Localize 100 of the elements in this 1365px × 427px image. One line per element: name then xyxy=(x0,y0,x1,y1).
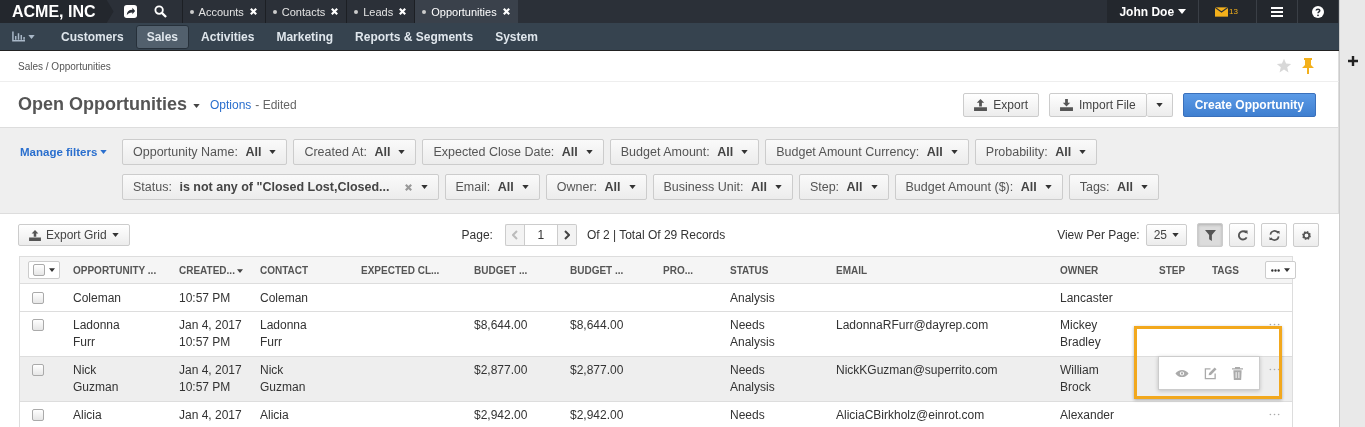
row-checkbox[interactable] xyxy=(32,319,44,331)
table-cell: Needs Analysis xyxy=(730,362,775,396)
dashboard-menu[interactable] xyxy=(12,31,35,42)
select-all-dropdown[interactable] xyxy=(28,261,60,279)
column-header[interactable]: EMAIL xyxy=(836,265,868,276)
close-icon[interactable] xyxy=(248,7,258,16)
nav-item[interactable]: Activities xyxy=(191,25,265,48)
help-icon xyxy=(1312,5,1324,18)
menu-button[interactable] xyxy=(1257,0,1298,23)
column-header[interactable]: CREATED... xyxy=(179,265,243,276)
table-cell: Alicia xyxy=(73,407,102,424)
table-cell: Coleman xyxy=(260,290,309,307)
nav-item[interactable]: Customers xyxy=(51,25,134,48)
filter-dropdown[interactable]: Status: is not any of "Closed Lost,Closed... xyxy=(122,174,439,200)
more-icon xyxy=(1271,268,1280,272)
table-cell: 10:57 PM xyxy=(179,290,231,307)
filter-dropdown[interactable]: Opportunity Name: All xyxy=(122,139,288,165)
share-icon[interactable] xyxy=(123,5,137,18)
export-grid-button[interactable]: Export Grid xyxy=(18,224,130,246)
column-header[interactable]: CONTACT xyxy=(260,265,309,276)
refresh-button[interactable] xyxy=(1229,223,1255,247)
sort-caret-icon xyxy=(236,268,243,273)
row-checkbox[interactable] xyxy=(32,292,44,304)
options-link[interactable]: Options xyxy=(210,97,252,112)
column-header[interactable]: TAGS xyxy=(1212,265,1240,276)
plus-icon[interactable] xyxy=(1347,56,1358,66)
nav-item[interactable]: Reports & Segments xyxy=(345,25,484,48)
nav-item[interactable]: Marketing xyxy=(266,25,344,48)
row-checkbox[interactable] xyxy=(32,409,44,421)
close-icon[interactable] xyxy=(501,7,511,16)
column-header[interactable]: STATUS xyxy=(730,265,769,276)
settings-icon xyxy=(1300,229,1312,241)
edited-label: - Edited xyxy=(255,97,297,112)
column-header[interactable]: OPPORTUNITY ... xyxy=(73,265,157,276)
manage-filters-link[interactable]: Manage filters xyxy=(20,139,122,165)
caret-icon xyxy=(950,150,958,154)
table-cell: Alexander xyxy=(1060,407,1115,424)
table-cell: Needs xyxy=(730,407,765,424)
table-cell: Nick Guzman xyxy=(260,362,306,396)
filter-dropdown[interactable]: Created At: All xyxy=(293,139,417,165)
user-menu[interactable]: John Doe xyxy=(1107,0,1200,23)
column-header[interactable]: BUDGET ... xyxy=(474,265,528,276)
clear-icon[interactable] xyxy=(403,182,413,192)
caret-icon xyxy=(628,185,636,189)
help-button[interactable] xyxy=(1298,0,1339,23)
filter-dropdown[interactable]: Owner: All xyxy=(545,174,647,200)
export-button[interactable]: Export xyxy=(963,92,1039,117)
table-cell: Alicia xyxy=(260,407,289,424)
column-header[interactable]: EXPECTED CL... xyxy=(361,265,440,276)
page-number-field[interactable]: 1 xyxy=(523,224,558,246)
records-summary: Of 2 | Total Of 29 Records xyxy=(586,228,726,242)
nav-item[interactable]: Sales xyxy=(135,24,190,49)
filter-dropdown[interactable]: Probability: All xyxy=(974,139,1098,165)
mail-button[interactable]: 13 xyxy=(1199,0,1257,23)
caret-icon xyxy=(521,185,529,189)
chevron-left-icon xyxy=(511,230,518,240)
table-cell: Jan 4, 2017 xyxy=(179,407,242,424)
filter-dropdown[interactable]: Budget Amount Currency: All xyxy=(765,139,969,165)
star-icon[interactable] xyxy=(1276,58,1292,74)
close-icon[interactable] xyxy=(330,7,340,16)
import-file-button[interactable]: Import File xyxy=(1048,92,1147,117)
filter-dropdown[interactable]: Business Unit: All xyxy=(652,174,793,200)
caret-icon xyxy=(1284,268,1290,272)
reset-button[interactable] xyxy=(1261,223,1287,247)
filter-dropdown[interactable]: Tags: All xyxy=(1068,174,1160,200)
column-header[interactable]: PRO... xyxy=(663,265,693,276)
per-page-dropdown[interactable]: 25 xyxy=(1145,224,1187,246)
table-cell: Jan 4, 2017 10:57 PM xyxy=(179,362,242,396)
search-icon[interactable] xyxy=(153,5,167,18)
filter-dropdown[interactable]: Email: All xyxy=(444,174,540,200)
filter-dropdown[interactable]: Expected Close Date: All xyxy=(422,139,604,165)
refresh-icon xyxy=(1236,229,1248,241)
caret-icon xyxy=(420,185,428,189)
page-title[interactable]: Open Opportunities xyxy=(18,94,187,115)
caret-icon xyxy=(1155,102,1163,107)
filter-dropdown[interactable]: Budget Amount: All xyxy=(609,139,760,165)
breadcrumb: Sales / Opportunities xyxy=(18,60,111,72)
caret-icon xyxy=(1172,233,1179,237)
nav-item[interactable]: System xyxy=(485,25,548,48)
settings-button[interactable] xyxy=(1293,223,1319,247)
row-checkbox[interactable] xyxy=(32,364,44,376)
filter-dropdown[interactable]: Step: All xyxy=(798,174,889,200)
caret-icon[interactable] xyxy=(193,104,200,108)
company-logo[interactable]: ACME, INC xyxy=(0,0,114,23)
table-cell: Coleman xyxy=(73,290,122,307)
pinned-tab[interactable]: Opportunities xyxy=(414,0,518,23)
table-cell: NickKGuzman@superrito.com xyxy=(836,362,998,379)
table-cell: Lancaster xyxy=(1060,290,1113,307)
column-header[interactable]: STEP xyxy=(1159,265,1186,276)
filter-dropdown[interactable]: Budget Amount ($): All xyxy=(894,174,1063,200)
filter-toggle-button[interactable] xyxy=(1197,223,1223,247)
bar-chart-icon xyxy=(12,31,25,42)
column-header[interactable]: OWNER xyxy=(1060,265,1099,276)
close-icon[interactable] xyxy=(398,7,408,16)
checkbox[interactable] xyxy=(33,264,45,276)
column-header[interactable]: BUDGET ... xyxy=(570,265,624,276)
table-cell: $8,644.00 xyxy=(570,317,624,334)
envelope-icon xyxy=(1215,6,1229,17)
caret-icon xyxy=(1079,150,1087,154)
columns-menu-button[interactable] xyxy=(1265,261,1296,279)
